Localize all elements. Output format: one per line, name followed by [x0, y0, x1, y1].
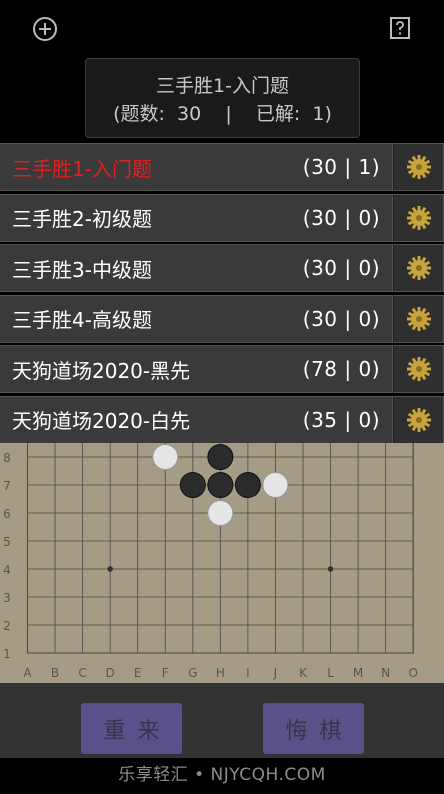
top-bar — [0, 0, 444, 56]
white-stone — [152, 444, 179, 470]
level-list: 三手胜1-入门题 (30 | 1) 三手胜2-初级题 (30 | 0) 三手胜3… — [0, 143, 444, 447]
level-count: (30 | 1) — [302, 155, 380, 179]
level-name: 三手胜2-初级题 — [12, 207, 152, 232]
restart-button[interactable]: 重来 — [81, 703, 182, 754]
level-count: (30 | 0) — [302, 205, 380, 230]
level-item[interactable]: 三手胜4-高级题 (30 | 0) — [0, 294, 393, 343]
row-label: 3 — [3, 591, 11, 605]
action-bar: 重来 悔棋 — [0, 683, 444, 758]
level-item[interactable]: 三手胜3-中级题 (30 | 0) — [0, 244, 393, 293]
black-stone — [179, 472, 206, 498]
gear-icon[interactable] — [393, 294, 444, 343]
row-label: 6 — [3, 507, 11, 521]
black-stone — [207, 472, 234, 498]
level-name: 天狗道场2020-白先 — [12, 409, 191, 434]
board-grid[interactable]: 8 7 6 5 4 3 2 1A B C D E F G H I J K L M N O — [0, 443, 444, 683]
col-label: M — [353, 666, 363, 680]
level-name: 天狗道场2020-黑先 — [12, 358, 191, 383]
help-icon[interactable] — [387, 15, 413, 41]
col-label: J — [273, 666, 278, 680]
level-item[interactable]: 天狗道场2020-黑先 (78 | 0) — [0, 345, 393, 394]
col-label: D — [106, 666, 115, 680]
white-stone — [262, 472, 289, 498]
level-name: 三手胜1-入门题 — [12, 156, 152, 181]
black-stone — [207, 444, 234, 470]
col-label: O — [408, 666, 417, 680]
col-label: E — [134, 666, 142, 680]
col-label: K — [299, 666, 308, 680]
star-point — [327, 566, 334, 572]
white-stone — [207, 500, 234, 526]
level-name: 三手胜4-高级题 — [12, 308, 152, 333]
row-label: 2 — [3, 619, 11, 633]
info-stats: (题数: 30 | 已解: 1) — [113, 103, 332, 125]
level-item[interactable]: 三手胜1-入门题 (30 | 1) — [0, 143, 393, 191]
level-item[interactable]: 三手胜2-初级题 (30 | 0) — [0, 193, 393, 242]
row-label: 1 — [3, 647, 11, 661]
level-count: (30 | 0) — [302, 256, 380, 281]
undo-button[interactable]: 悔棋 — [263, 703, 364, 754]
row-label: 5 — [3, 535, 11, 549]
level-row[interactable]: 天狗道场2020-白先 (35 | 0) — [0, 395, 444, 447]
col-label: H — [216, 666, 225, 680]
col-label: I — [246, 666, 250, 680]
level-row[interactable]: 三手胜2-初级题 (30 | 0) — [0, 193, 444, 245]
level-row[interactable]: 三手胜3-中级题 (30 | 0) — [0, 244, 444, 295]
level-count: (35 | 0) — [302, 407, 380, 432]
star-point — [107, 566, 113, 572]
col-label: G — [188, 666, 197, 680]
gear-icon[interactable] — [393, 345, 444, 394]
level-info-card: 三手胜1-入门题 (题数: 30 | 已解: 1) — [85, 58, 360, 138]
game-board[interactable]: 8 7 6 5 4 3 2 1A B C D E F G H I J K L M N O — [0, 443, 444, 683]
watermark: 乐享轻汇 • NJYCQH.COM — [118, 765, 326, 785]
col-label: N — [381, 666, 390, 680]
row-label: 7 — [3, 479, 11, 493]
row-label: 8 — [3, 451, 11, 465]
col-label: F — [162, 666, 169, 680]
gear-icon[interactable] — [393, 193, 444, 242]
black-stone — [234, 472, 261, 498]
col-label: A — [23, 666, 32, 680]
level-count: (78 | 0) — [302, 357, 380, 382]
level-item[interactable]: 天狗道场2020-白先 (35 | 0) — [0, 395, 393, 444]
col-label: C — [78, 666, 86, 680]
level-name: 三手胜3-中级题 — [12, 257, 152, 282]
level-count: (30 | 0) — [302, 306, 380, 331]
gear-icon[interactable] — [393, 395, 444, 444]
level-row[interactable]: 天狗道场2020-黑先 (78 | 0) — [0, 345, 444, 396]
col-label: L — [327, 666, 334, 680]
info-title: 三手胜1-入门题 — [156, 75, 289, 97]
add-icon[interactable] — [30, 14, 60, 44]
gear-icon[interactable] — [393, 244, 444, 293]
col-label: B — [51, 666, 59, 680]
level-row[interactable]: 三手胜4-高级题 (30 | 0) — [0, 294, 444, 346]
row-label: 4 — [3, 563, 11, 577]
level-row[interactable]: 三手胜1-入门题 (30 | 1) — [0, 143, 444, 194]
gear-icon[interactable] — [393, 143, 444, 191]
